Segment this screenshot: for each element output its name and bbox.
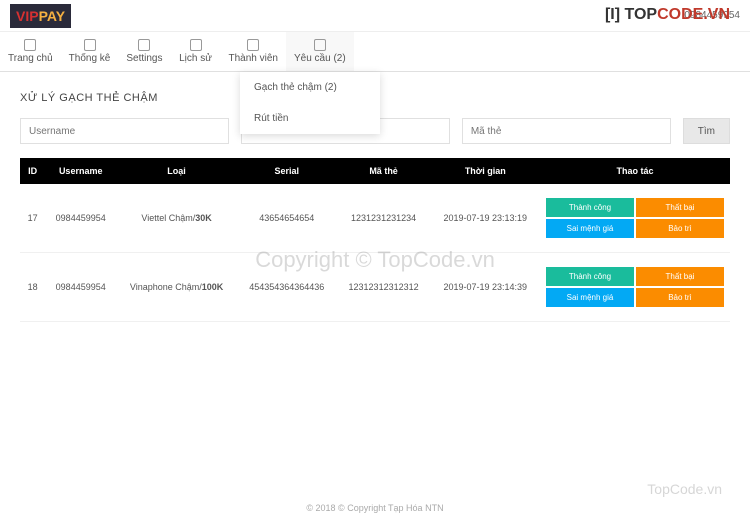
- col-serial: Serial: [237, 158, 337, 184]
- cell-card: 12312312312312: [337, 253, 431, 322]
- nav-requests[interactable]: Yêu cầu (2): [286, 32, 354, 71]
- cell-username: 0984459954: [45, 253, 116, 322]
- action-wrong[interactable]: Sai mệnh giá: [546, 219, 634, 238]
- table-header-row: ID Username Loại Serial Mã thẻ Thời gian…: [20, 158, 730, 184]
- cell-actions: Thành công Thất bại Sai mệnh giá Bảo trì: [540, 253, 730, 322]
- navbar: Trang chủ Thống kê Settings Lịch sử Thàn…: [0, 32, 750, 72]
- cell-type: Vinaphone Chậm/100K: [116, 253, 237, 322]
- cell-id: 17: [20, 184, 45, 253]
- col-time: Thời gian: [431, 158, 540, 184]
- cell-id: 18: [20, 253, 45, 322]
- action-fail[interactable]: Thất bại: [636, 198, 724, 217]
- cell-time: 2019-07-19 23:13:19: [431, 184, 540, 253]
- watermark-top: [I] TOPCODE.VN: [605, 6, 730, 24]
- home-icon: [24, 39, 36, 51]
- col-id: ID: [20, 158, 45, 184]
- cell-username: 0984459954: [45, 184, 116, 253]
- col-actions: Thao tác: [540, 158, 730, 184]
- action-success[interactable]: Thành công: [546, 267, 634, 286]
- nav-history[interactable]: Lịch sử: [171, 32, 221, 71]
- action-maint[interactable]: Bảo trì: [636, 288, 724, 307]
- requests-icon: [314, 39, 326, 51]
- nav-members[interactable]: Thành viên: [221, 32, 286, 71]
- cell-serial: 43654654654: [237, 184, 337, 253]
- search-button[interactable]: Tìm: [683, 118, 730, 144]
- col-username: Username: [45, 158, 116, 184]
- nav-settings[interactable]: Settings: [118, 32, 170, 71]
- col-card: Mã thẻ: [337, 158, 431, 184]
- search-username[interactable]: [20, 118, 229, 144]
- cell-type: Viettel Chậm/30K: [116, 184, 237, 253]
- search-card[interactable]: [462, 118, 671, 144]
- logo-pay: PAY: [39, 8, 65, 24]
- action-success[interactable]: Thành công: [546, 198, 634, 217]
- cell-time: 2019-07-19 23:14:39: [431, 253, 540, 322]
- nav-stats[interactable]: Thống kê: [61, 32, 119, 71]
- table-row: 18 0984459954 Vinaphone Chậm/100K 454354…: [20, 253, 730, 322]
- logo-vip: VIP: [16, 8, 39, 24]
- table-row: 17 0984459954 Viettel Chậm/30K 436546546…: [20, 184, 730, 253]
- col-type: Loại: [116, 158, 237, 184]
- nav-home[interactable]: Trang chủ: [0, 32, 61, 71]
- members-icon: [247, 39, 259, 51]
- dropdown-menu: Gạch thẻ chậm (2) Rút tiền: [240, 72, 380, 134]
- logo[interactable]: VIP PAY: [10, 4, 71, 28]
- cell-actions: Thành công Thất bại Sai mệnh giá Bảo trì: [540, 184, 730, 253]
- watermark-bottom: TopCode.vn: [647, 481, 722, 497]
- history-icon: [190, 39, 202, 51]
- cell-card: 1231231231234: [337, 184, 431, 253]
- settings-icon: [138, 39, 150, 51]
- dropdown-withdraw[interactable]: Rút tiền: [240, 103, 380, 134]
- action-fail[interactable]: Thất bại: [636, 267, 724, 286]
- data-table: ID Username Loại Serial Mã thẻ Thời gian…: [20, 158, 730, 322]
- action-maint[interactable]: Bảo trì: [636, 219, 724, 238]
- action-wrong[interactable]: Sai mệnh giá: [546, 288, 634, 307]
- dropdown-slowcard[interactable]: Gạch thẻ chậm (2): [240, 72, 380, 103]
- stats-icon: [84, 39, 96, 51]
- cell-serial: 454354364364436: [237, 253, 337, 322]
- footer: © 2018 © Copyright Tạp Hóa NTN: [0, 503, 750, 513]
